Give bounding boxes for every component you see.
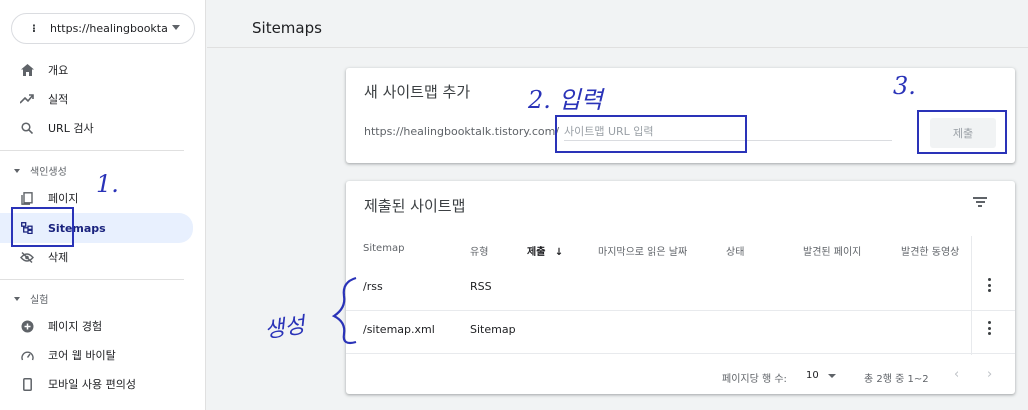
annotation-brace-icon <box>331 276 357 345</box>
